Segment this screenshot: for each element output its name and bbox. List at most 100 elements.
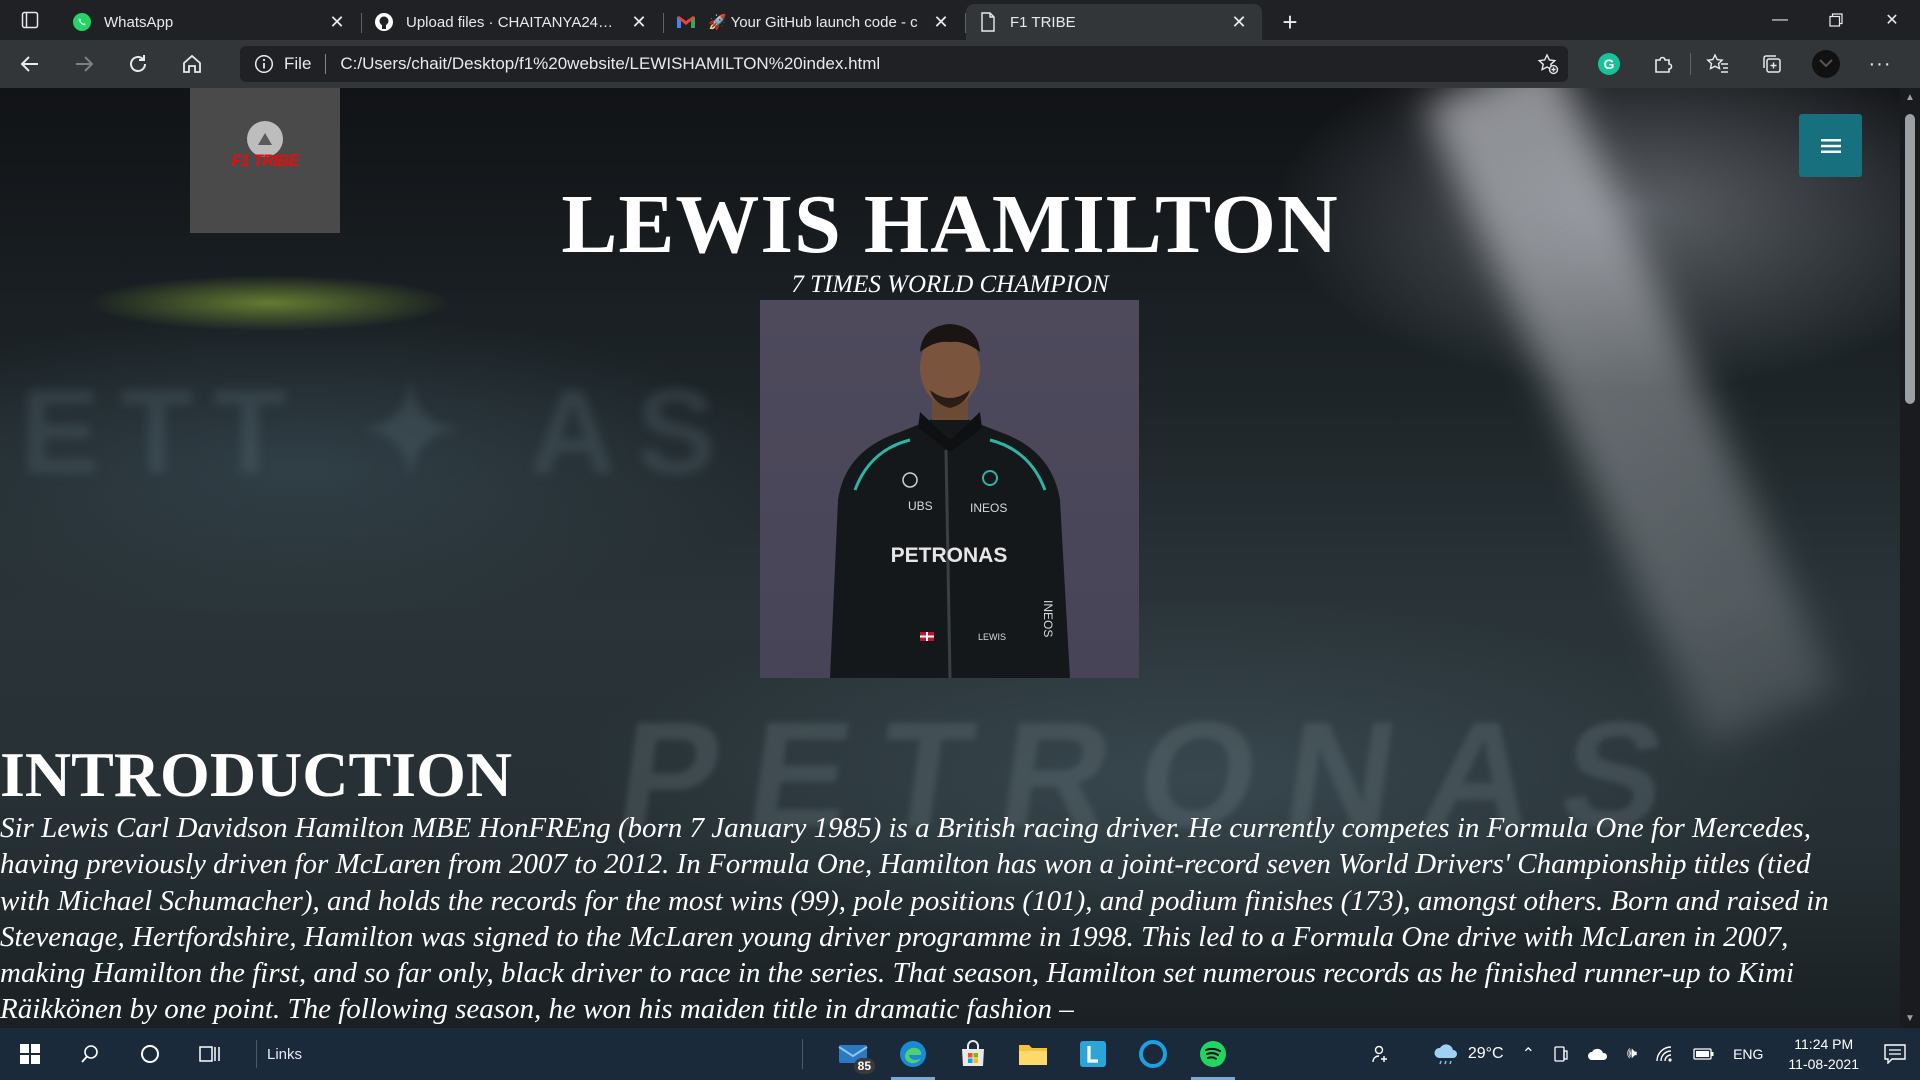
edge-app-button[interactable] [883,1028,943,1080]
task-view-button[interactable] [180,1028,240,1080]
file-explorer-button[interactable] [1003,1028,1063,1080]
suit-sponsor-ineos-sleeve: INEOS [1041,600,1055,637]
tab-title: F1 TRIBE [1010,13,1076,31]
grammarly-icon: G [1598,53,1620,75]
store-app-button[interactable] [943,1028,1003,1080]
alexa-icon [1139,1040,1168,1068]
reload-icon [130,55,146,72]
battery-button[interactable] [1684,1047,1724,1061]
background-blur-text: ETT ✦ AS [20,365,737,499]
toolbar-extensions: G ··· [1582,44,1907,84]
close-tab-icon[interactable]: ✕ [930,11,952,33]
cloud-rain-icon [1434,1044,1457,1065]
chevron-up-icon: ⌃ [1521,1046,1535,1063]
taskbar-divider [802,1039,804,1069]
extensions-button[interactable] [1636,44,1690,84]
profile-button[interactable] [1799,44,1853,84]
back-button[interactable] [6,44,54,84]
collections-button[interactable] [1745,44,1799,84]
restore-icon [1829,13,1843,27]
favorites-icon [1706,53,1728,73]
mail-app-button[interactable]: 85 [823,1028,883,1080]
whatsapp-icon [72,12,92,32]
close-tab-icon[interactable]: ✕ [1228,11,1250,33]
close-tab-icon[interactable]: ✕ [628,11,650,33]
weather-widget[interactable]: 29°C [1423,1043,1513,1065]
notification-icon [1884,1044,1906,1064]
action-center-button[interactable] [1875,1044,1920,1064]
driver-portrait-image: UBS INEOS PETRONAS INEOS LEWIS [830,324,1070,678]
l-app-button[interactable] [1063,1028,1123,1080]
search-button[interactable] [60,1028,120,1080]
close-icon: ✕ [1885,12,1899,29]
restore-button[interactable] [1808,0,1864,40]
forward-arrow-icon [76,56,94,72]
back-arrow-icon [20,56,38,72]
people-icon [1372,1045,1387,1063]
onedrive-button[interactable] [1578,1047,1618,1061]
close-tab-icon[interactable]: ✕ [326,11,348,33]
introduction-paragraph: Sir Lewis Carl Davidson Hamilton MBE Hon… [0,812,1829,1026]
info-icon[interactable] [254,54,274,74]
suit-name-label: LEWIS [978,632,1006,642]
add-favorite-button[interactable] [1528,53,1568,75]
more-dots-icon: ··· [1868,52,1892,75]
people-button[interactable] [1361,1044,1399,1064]
home-button[interactable] [168,44,216,84]
minimize-button[interactable]: — [1752,0,1808,40]
cortana-button[interactable] [120,1028,180,1080]
system-tray: 29°C ⌃ 🕪 ENG 11:24 PM 11-08-2021 [1361,1028,1920,1080]
settings-more-button[interactable]: ··· [1853,44,1907,84]
l-app-icon [1080,1041,1107,1067]
grammarly-extension-button[interactable]: G [1582,44,1636,84]
url-text[interactable]: C:/Users/chait/Desktop/f1%20website/LEWI… [340,54,1528,74]
scroll-down-arrow-icon[interactable]: ▼ [1900,1013,1920,1024]
spotify-app-button[interactable] [1183,1028,1243,1080]
cortana-icon [141,1045,159,1063]
reload-button[interactable] [114,44,162,84]
language-indicator[interactable]: ENG [1724,1046,1772,1062]
page-icon [978,12,998,32]
tab-whatsapp[interactable]: WhatsApp ✕ [60,4,362,40]
edge-icon [900,1041,927,1067]
driver-portrait: UBS INEOS PETRONAS INEOS LEWIS [760,300,1139,678]
network-button[interactable] [1646,1045,1684,1063]
weather-temperature: 29°C [1467,1045,1504,1062]
clock-time: 11:24 PM [1794,1036,1854,1052]
new-tab-button[interactable]: + [1268,4,1312,40]
plus-icon: + [1282,6,1298,37]
windows-logo-icon [20,1044,40,1064]
alexa-app-button[interactable] [1123,1028,1183,1080]
close-window-button[interactable]: ✕ [1864,0,1920,40]
hamburger-menu-button[interactable] [1799,114,1862,177]
forward-button[interactable] [60,44,108,84]
minimize-icon: — [1772,11,1788,28]
start-button[interactable] [0,1028,60,1080]
scroll-up-arrow-icon[interactable]: ▲ [1900,92,1920,103]
address-bar[interactable]: File C:/Users/chait/Desktop/f1%20website… [240,46,1568,82]
suit-sponsor-petronas: PETRONAS [891,544,1008,567]
tab-f1-tribe[interactable]: F1 TRIBE ✕ [966,4,1262,40]
search-icon [81,1045,98,1063]
volume-button[interactable]: 🕪 [1618,1045,1646,1063]
links-toolbar[interactable]: Links [256,1040,302,1068]
clock-date: 11-08-2021 [1788,1056,1859,1072]
suit-sponsor-ubs: UBS [908,499,933,513]
puzzle-icon [1655,56,1673,73]
tab-github-upload[interactable]: Upload files · CHAITANYA241201 ✕ [362,4,664,40]
scrollbar-thumb[interactable] [1905,114,1915,404]
hamburger-icon [1820,138,1841,153]
task-view-icon [199,1046,220,1062]
page-viewport: ETT ✦ AS PETRONAS F1 TRIBE LEWIS HAMILTO… [0,88,1920,1028]
page-scrollbar[interactable]: ▲ ▼ [1900,88,1920,1028]
svg-text:G: G [1604,56,1615,72]
device-icon[interactable] [1544,1045,1578,1063]
clock[interactable]: 11:24 PM 11-08-2021 [1772,1034,1875,1074]
show-hidden-icons-button[interactable]: ⌃ [1513,1044,1544,1064]
tab-gmail[interactable]: 🚀 Your GitHub launch code - c ✕ [664,4,966,40]
browser-tab-strip: WhatsApp ✕ Upload files · CHAITANYA24120… [0,0,1920,40]
logo-text: F1 TRIBE [231,151,300,170]
tab-actions-button[interactable] [0,0,60,40]
favorites-button[interactable] [1691,44,1745,84]
star-add-icon [1537,53,1559,75]
